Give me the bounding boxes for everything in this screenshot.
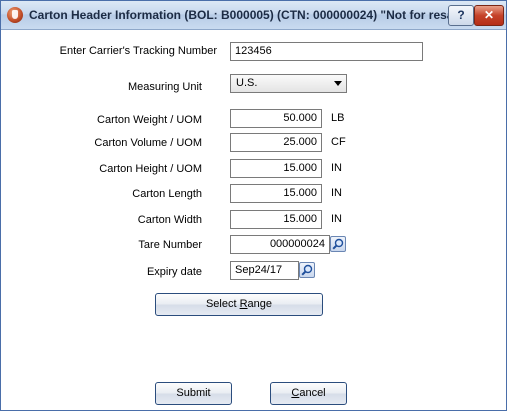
- tare-label: Tare Number: [138, 239, 202, 251]
- tracking-number-input[interactable]: 123456: [230, 42, 423, 61]
- calendar-lookup-button[interactable]: [299, 262, 315, 278]
- title-bar[interactable]: Carton Header Information (BOL: B000005)…: [1, 1, 506, 30]
- dialog-window: Carton Header Information (BOL: B000005)…: [0, 0, 507, 411]
- weight-unit: LB: [331, 112, 345, 124]
- volume-unit: CF: [331, 136, 346, 148]
- weight-label: Carton Weight / UOM: [97, 114, 202, 126]
- app-icon: [7, 7, 23, 23]
- expiry-date-input[interactable]: Sep24/17: [230, 261, 299, 280]
- search-icon: [332, 238, 344, 250]
- close-button[interactable]: ✕: [474, 5, 504, 26]
- select-range-button[interactable]: Select Range: [155, 293, 323, 316]
- measuring-unit-select[interactable]: U.S.: [230, 74, 347, 93]
- height-label: Carton Height / UOM: [99, 163, 202, 175]
- weight-input[interactable]: 50.000: [230, 109, 322, 128]
- tare-lookup-button[interactable]: [330, 236, 346, 252]
- volume-label: Carton Volume / UOM: [94, 137, 202, 149]
- select-range-label-post: ange: [247, 298, 273, 310]
- width-label: Carton Width: [137, 214, 202, 226]
- chevron-down-icon: [334, 81, 342, 86]
- height-input[interactable]: 15.000: [230, 159, 322, 178]
- tare-number-input[interactable]: 000000024: [230, 235, 330, 254]
- search-icon: [301, 264, 313, 276]
- expiry-label: Expiry date: [146, 266, 202, 278]
- form-area: Enter Carrier's Tracking Number 123456 M…: [1, 30, 506, 410]
- length-input[interactable]: 15.000: [230, 184, 322, 203]
- length-label: Carton Length: [132, 188, 202, 200]
- width-input[interactable]: 15.000: [230, 210, 322, 229]
- volume-input[interactable]: 25.000: [230, 133, 322, 152]
- height-unit: IN: [331, 162, 342, 174]
- cancel-label-post: ancel: [299, 387, 326, 399]
- submit-button[interactable]: Submit: [155, 382, 232, 405]
- length-unit: IN: [331, 187, 342, 199]
- window-title: Carton Header Information (BOL: B000005)…: [29, 8, 470, 22]
- select-range-label-pre: Select: [205, 298, 240, 310]
- measuring-unit-value: U.S.: [236, 77, 258, 89]
- tracking-label: Enter Carrier's Tracking Number: [59, 45, 217, 57]
- measuring-unit-label: Measuring Unit: [128, 81, 202, 93]
- cancel-button[interactable]: Cancel: [270, 382, 347, 405]
- select-range-accesskey: R: [239, 298, 248, 310]
- width-unit: IN: [331, 213, 342, 225]
- help-button[interactable]: ?: [448, 5, 474, 26]
